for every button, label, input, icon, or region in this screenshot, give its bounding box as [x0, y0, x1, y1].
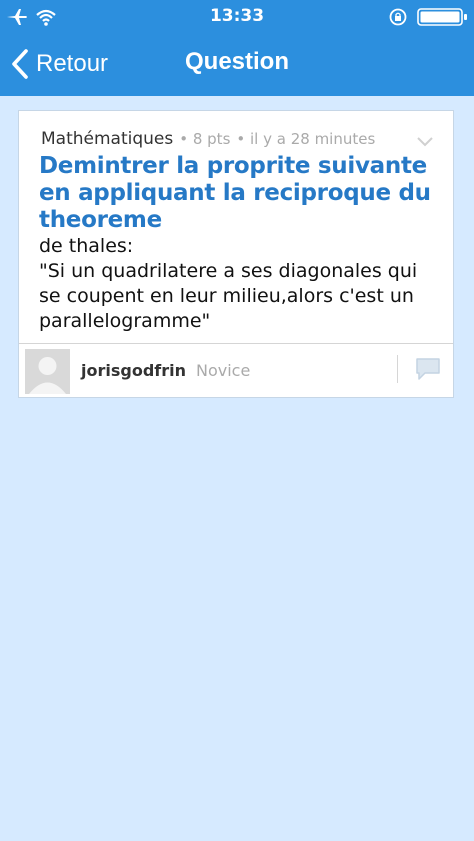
author-rank: Novice [196, 361, 251, 380]
comment-icon[interactable] [415, 357, 441, 381]
rotation-lock-icon [389, 8, 407, 26]
nav-bar: Retour Question [0, 34, 474, 96]
subject-label: Mathématiques [41, 129, 174, 149]
question-card[interactable]: Mathématiques • 8 pts • il y a 28 minute… [18, 110, 454, 398]
time-ago-label: • il y a 28 minutes [236, 130, 376, 148]
divider [19, 343, 453, 344]
author-name[interactable]: jorisgodfrin [81, 361, 186, 380]
question-body: de thales: "Si un quadrilatere a ses dia… [39, 235, 418, 332]
avatar[interactable] [25, 349, 70, 394]
user-icon [29, 357, 66, 394]
chevron-down-icon[interactable] [417, 137, 433, 147]
points-label: • 8 pts [179, 130, 231, 148]
status-bar: 13:33 [0, 0, 474, 34]
battery-icon [417, 8, 467, 26]
question-meta: Mathématiques • 8 pts • il y a 28 minute… [41, 129, 375, 149]
author-info: jorisgodfrin Novice [81, 361, 250, 380]
page-title: Question [184, 48, 289, 75]
question-title: Demintrer la proprite suivante en appliq… [39, 153, 431, 233]
divider [397, 355, 398, 383]
